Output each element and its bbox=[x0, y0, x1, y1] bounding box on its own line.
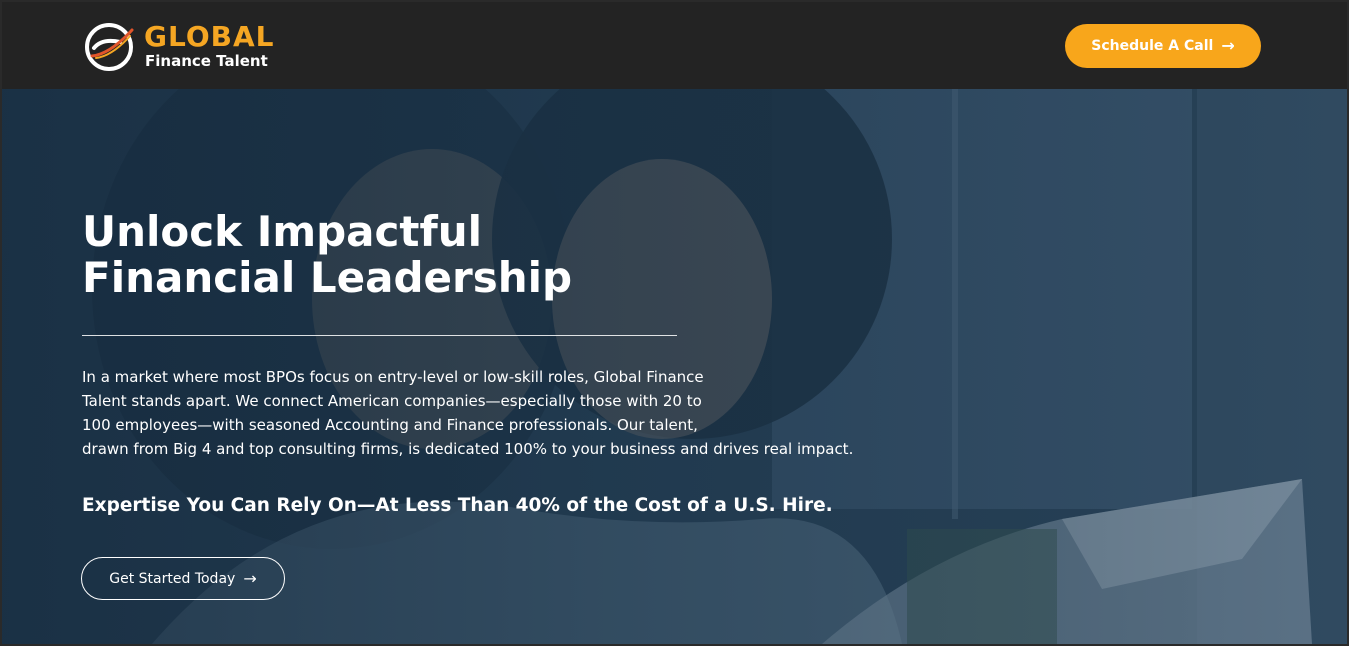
hero-description-line: drawn from Big 4 and top consulting firm… bbox=[82, 440, 854, 458]
hero-description-line: In a market where most BPOs focus on ent… bbox=[82, 368, 704, 386]
schedule-call-button[interactable]: Schedule A Call → bbox=[1065, 24, 1261, 68]
hero-divider bbox=[82, 335, 677, 336]
page-frame: GLOBAL Finance Talent Schedule A Call → bbox=[2, 2, 1347, 644]
hero-title-line: Unlock Impactful bbox=[82, 207, 483, 256]
site-header: GLOBAL Finance Talent Schedule A Call → bbox=[2, 2, 1347, 89]
logo-name: GLOBAL bbox=[144, 20, 275, 53]
arrow-right-icon: → bbox=[1221, 36, 1235, 55]
hero-description-line: Talent stands apart. We connect American… bbox=[82, 392, 702, 410]
logo-subtitle: Finance Talent bbox=[145, 52, 268, 70]
hero-section: Unlock Impactful Financial Leadership In… bbox=[2, 89, 1347, 644]
hero-description: In a market where most BPOs focus on ent… bbox=[82, 365, 872, 461]
logo[interactable]: GLOBAL Finance Talent bbox=[82, 18, 282, 74]
hero-tagline: Expertise You Can Rely On—At Less Than 4… bbox=[82, 495, 833, 516]
hero-title-line: Financial Leadership bbox=[82, 253, 573, 302]
globe-e-icon bbox=[85, 23, 134, 71]
get-started-button[interactable]: Get Started Today → bbox=[81, 557, 285, 600]
hero-title: Unlock Impactful Financial Leadership bbox=[82, 209, 702, 301]
schedule-call-label: Schedule A Call bbox=[1091, 38, 1214, 54]
arrow-right-icon: → bbox=[243, 568, 257, 588]
hero-description-line: 100 employees—with seasoned Accounting a… bbox=[82, 416, 698, 434]
get-started-label: Get Started Today bbox=[109, 570, 236, 587]
